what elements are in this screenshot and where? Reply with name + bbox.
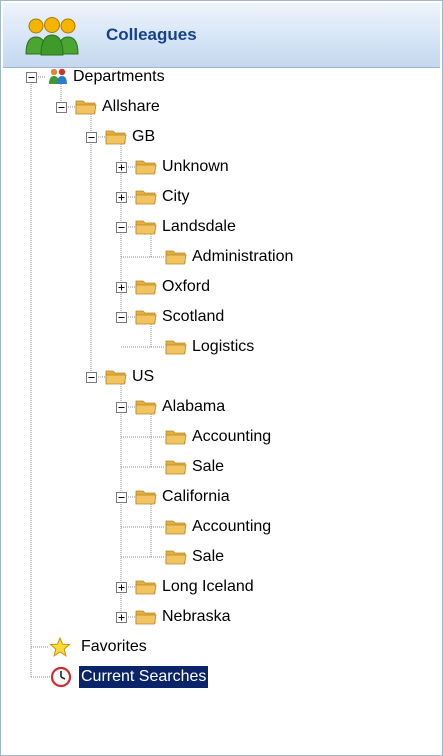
collapse-toggle-icon[interactable] xyxy=(116,492,127,503)
tree-item-logistics[interactable]: Logistics xyxy=(190,336,256,358)
collapse-toggle-icon[interactable] xyxy=(116,222,127,233)
tree-item-city[interactable]: City xyxy=(160,186,192,208)
expand-toggle-icon[interactable] xyxy=(116,612,127,623)
folder-icon xyxy=(135,310,157,325)
folder-icon xyxy=(165,520,187,535)
star-icon xyxy=(49,637,71,657)
folder-icon xyxy=(135,190,157,205)
collapse-toggle-icon[interactable] xyxy=(86,372,97,383)
folder-icon xyxy=(75,100,97,115)
folder-icon xyxy=(165,430,187,445)
expand-toggle-icon[interactable] xyxy=(116,192,127,203)
collapse-toggle-icon[interactable] xyxy=(56,102,67,113)
folder-icon xyxy=(135,400,157,415)
tree-item-scotland[interactable]: Scotland xyxy=(160,306,226,328)
folder-icon xyxy=(165,250,187,265)
tree-item-accounting[interactable]: Accounting xyxy=(190,516,273,538)
tree-item-administration[interactable]: Administration xyxy=(190,246,295,268)
tree-item-current-searches[interactable]: Current Searches xyxy=(79,666,209,688)
folder-icon xyxy=(135,490,157,505)
tree-item-favorites[interactable]: Favorites xyxy=(79,636,149,658)
department-tree: Departments Allshare GB Unknown City Landsdal… xyxy=(0,0,443,756)
expand-toggle-icon[interactable] xyxy=(116,582,127,593)
departments-icon xyxy=(49,68,67,84)
tree-item-sale[interactable]: Sale xyxy=(190,546,226,568)
tree-item-departments[interactable]: Departments xyxy=(71,66,167,88)
collapse-toggle-icon[interactable] xyxy=(26,72,37,83)
folder-icon xyxy=(135,280,157,295)
tree-item-alabama[interactable]: Alabama xyxy=(160,396,227,418)
folder-icon xyxy=(135,220,157,235)
collapse-toggle-icon[interactable] xyxy=(116,312,127,323)
tree-item-allshare[interactable]: Allshare xyxy=(100,96,162,118)
tree-item-landsdale[interactable]: Landsdale xyxy=(160,216,238,238)
tree-item-gb[interactable]: GB xyxy=(130,126,157,148)
tree-item-unknown[interactable]: Unknown xyxy=(160,156,231,178)
folder-icon xyxy=(135,610,157,625)
folder-icon xyxy=(105,130,127,145)
folder-icon xyxy=(105,370,127,385)
collapse-toggle-icon[interactable] xyxy=(86,132,97,143)
expand-toggle-icon[interactable] xyxy=(116,282,127,293)
tree-item-nebraska[interactable]: Nebraska xyxy=(160,606,232,628)
folder-icon xyxy=(135,580,157,595)
tree-item-oxford[interactable]: Oxford xyxy=(160,276,212,298)
tree-item-long-iceland[interactable]: Long Iceland xyxy=(160,576,256,598)
folder-icon xyxy=(135,160,157,175)
folder-icon xyxy=(165,550,187,565)
folder-icon xyxy=(165,340,187,355)
tree-item-accounting[interactable]: Accounting xyxy=(190,426,273,448)
clock-icon xyxy=(50,666,72,688)
expand-toggle-icon[interactable] xyxy=(116,162,127,173)
tree-item-us[interactable]: US xyxy=(130,366,156,388)
tree-item-sale[interactable]: Sale xyxy=(190,456,226,478)
folder-icon xyxy=(165,460,187,475)
tree-item-california[interactable]: California xyxy=(160,486,232,508)
collapse-toggle-icon[interactable] xyxy=(116,402,127,413)
